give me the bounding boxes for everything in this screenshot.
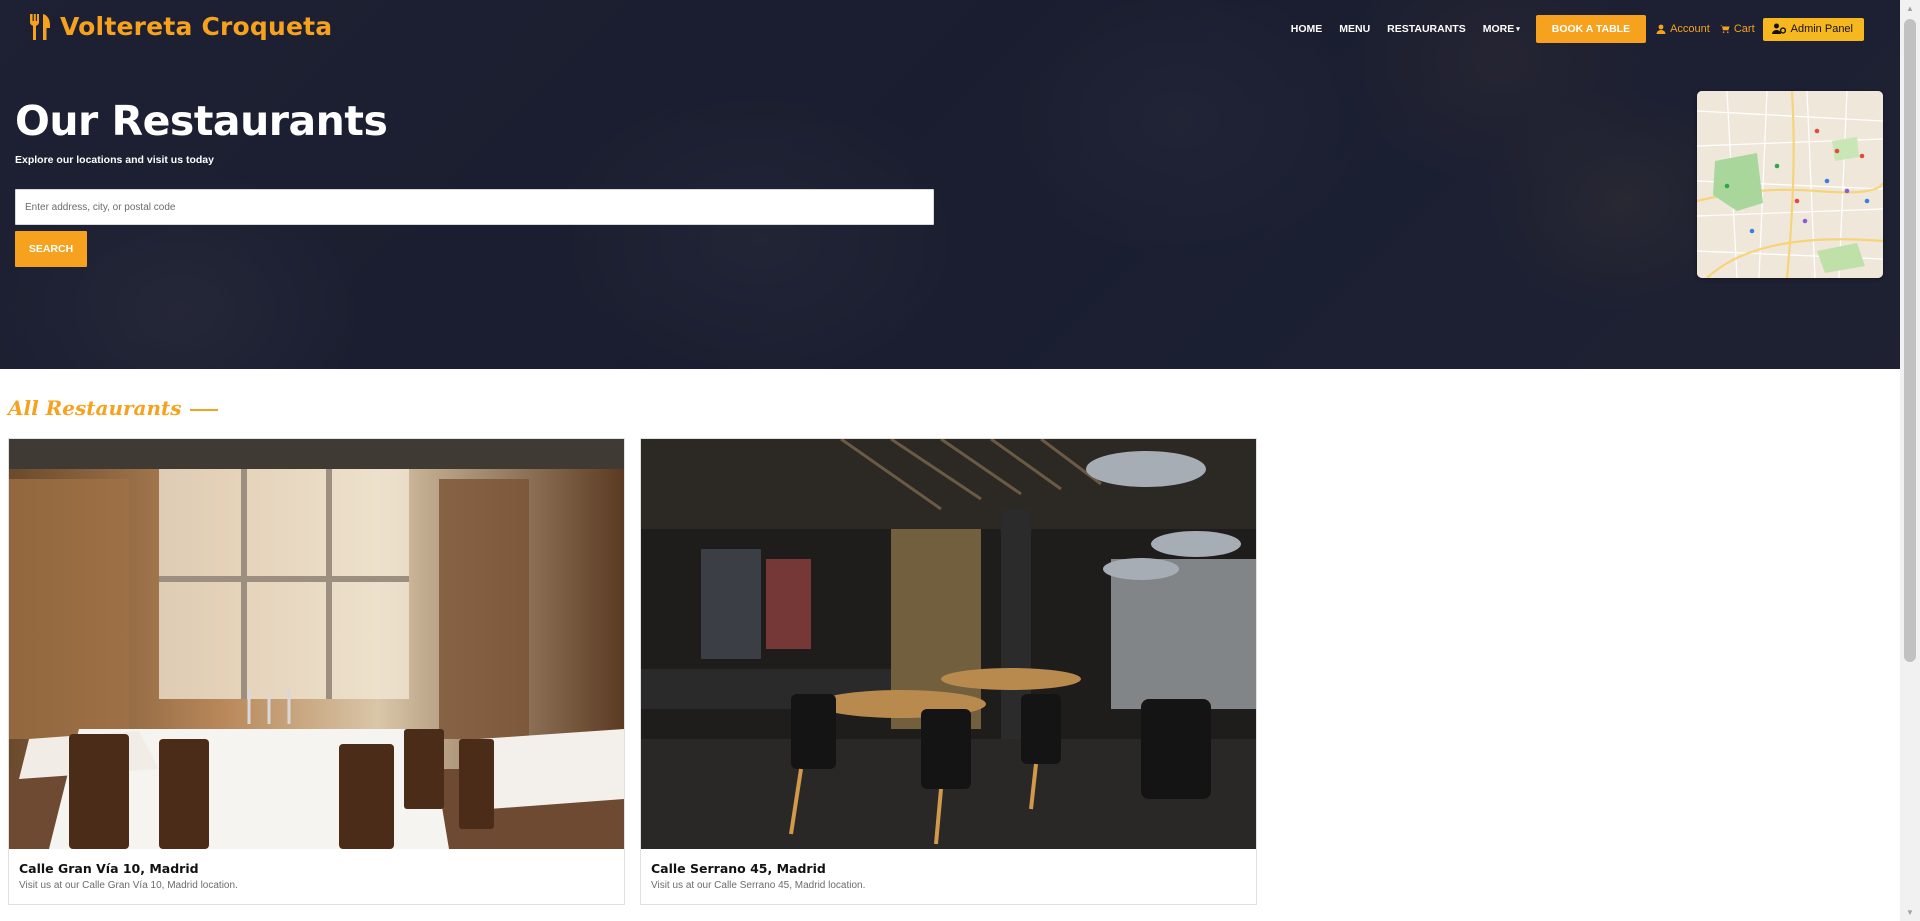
section-title-rule <box>189 409 218 411</box>
restaurant-photo <box>641 439 1256 849</box>
admin-panel-button[interactable]: Admin Panel <box>1762 17 1864 41</box>
scroll-thumb[interactable] <box>1904 19 1916 662</box>
map-image <box>1697 91 1883 278</box>
page-title: Our Restaurants <box>15 97 388 145</box>
account-label: Account <box>1670 23 1710 35</box>
address-search-input[interactable] <box>15 189 934 225</box>
brand-name: Voltereta Croqueta <box>60 12 333 41</box>
section-title-text: All Restaurants <box>8 396 182 420</box>
nav-home[interactable]: HOME <box>1291 23 1323 35</box>
page-subtitle: Explore our locations and visit us today <box>15 154 214 166</box>
admin-panel-label: Admin Panel <box>1790 22 1853 35</box>
brand-logo[interactable]: Voltereta Croqueta <box>28 12 332 41</box>
nav-menu[interactable]: MENU <box>1339 23 1370 35</box>
cart-label: Cart <box>1733 23 1755 35</box>
locations-map[interactable] <box>1697 91 1883 278</box>
cart-link[interactable]: Cart <box>1719 23 1755 35</box>
user-icon <box>1656 24 1666 34</box>
cart-icon <box>1719 25 1730 33</box>
main-nav: HOME MENU RESTAURANTS MORE ▾ BOOK A TABLE… <box>1274 15 1864 43</box>
restaurant-name: Calle Gran Vía 10, Madrid <box>19 861 199 876</box>
hero-banner: Voltereta Croqueta HOME MENU RESTAURANTS… <box>0 0 1900 369</box>
scroll-up-arrow-icon[interactable]: ▲ <box>1900 0 1920 17</box>
search-button[interactable]: SEARCH <box>15 231 87 267</box>
page-scrollbar[interactable]: ▲ ▼ <box>1900 0 1920 921</box>
fork-knife-icon <box>30 13 50 40</box>
scroll-down-arrow-icon[interactable]: ▼ <box>1900 904 1920 921</box>
nav-more-label: MORE <box>1482 23 1515 35</box>
restaurant-description: Visit us at our Calle Serrano 45, Madrid… <box>651 880 866 891</box>
section-title: All Restaurants <box>8 396 218 420</box>
nav-more[interactable]: MORE ▾ <box>1483 23 1520 35</box>
chevron-down-icon: ▾ <box>1516 26 1520 33</box>
nav-restaurants[interactable]: RESTAURANTS <box>1387 23 1466 35</box>
restaurant-card[interactable]: Calle Gran Vía 10, Madrid Visit us at ou… <box>8 438 625 905</box>
restaurant-description: Visit us at our Calle Gran Vía 10, Madri… <box>19 880 238 891</box>
book-table-button[interactable]: BOOK A TABLE <box>1535 15 1647 43</box>
restaurant-name: Calle Serrano 45, Madrid <box>651 861 826 876</box>
restaurant-card[interactable]: Calle Serrano 45, Madrid Visit us at our… <box>640 438 1257 905</box>
restaurant-photo <box>9 439 624 849</box>
user-cog-icon <box>1771 23 1786 34</box>
account-link[interactable]: Account <box>1656 23 1710 35</box>
